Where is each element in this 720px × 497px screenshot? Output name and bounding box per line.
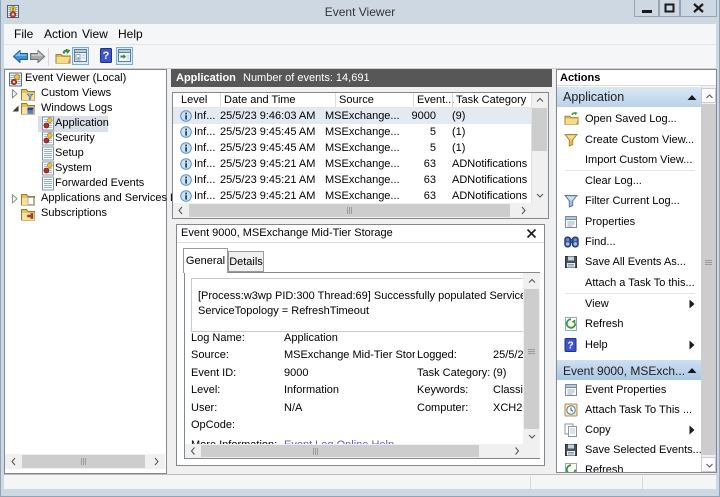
svg-text:?: ? <box>567 340 573 351</box>
svg-text:?: ? <box>103 50 110 62</box>
